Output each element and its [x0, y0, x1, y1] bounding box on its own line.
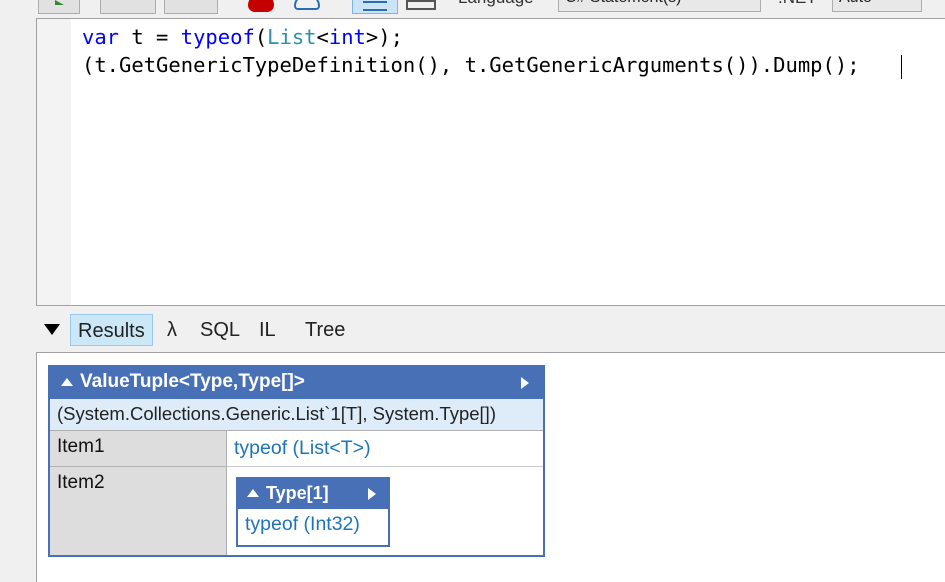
code-token: List — [267, 25, 317, 49]
code-token: int — [328, 25, 366, 49]
play-icon — [55, 0, 64, 5]
code-token: typeof — [180, 25, 255, 49]
code-token: >); — [365, 25, 403, 49]
nested-dump-table: Type[1] typeof (Int32) — [236, 477, 390, 547]
code-token: (t.GetGenericTypeDefinition(), t.GetGene… — [82, 53, 860, 77]
tab-results[interactable]: Results — [70, 314, 153, 346]
dump-type-name: ValueTuple<Type,Type[]> — [80, 371, 305, 392]
item2-value-link[interactable]: typeof (Int32) — [245, 513, 360, 536]
code-line-2[interactable]: (t.GetGenericTypeDefinition(), t.GetGene… — [82, 53, 860, 77]
code-token: var — [82, 25, 120, 49]
code-token: ( — [254, 25, 268, 49]
dump-subtitle: (System.Collections.Generic.List`1[T], S… — [50, 399, 543, 431]
profiler-icon[interactable] — [294, 0, 320, 10]
results-panel: ValueTuple<Type,Type[]> (System.Collecti… — [36, 352, 945, 582]
tab-il[interactable]: IL — [252, 314, 283, 346]
tab-lambda[interactable]: λ — [160, 314, 184, 346]
editor-gutter — [37, 19, 71, 305]
dump-table: ValueTuple<Type,Type[]> (System.Collecti… — [48, 365, 545, 557]
language-label: Language — [458, 0, 534, 8]
language-select[interactable]: C# Statement(s) — [558, 0, 761, 12]
run-button[interactable] — [38, 0, 80, 14]
row-label-item2: Item2 — [50, 467, 227, 555]
bug-icon[interactable] — [248, 0, 274, 12]
code-token: < — [316, 25, 329, 49]
stop-button[interactable] — [164, 0, 218, 14]
code-token: t = — [119, 25, 181, 49]
dotnet-label: .NET — [778, 0, 817, 8]
toolbar: Language C# Statement(s) .NET Auto — [0, 0, 945, 18]
code-editor[interactable]: var t = typeof(List<int>); (t.GetGeneric… — [36, 18, 945, 306]
item1-value-link[interactable]: typeof (List<T>) — [227, 431, 543, 467]
results-grid-button[interactable] — [352, 0, 398, 14]
code-line-1[interactable]: var t = typeof(List<int>); — [82, 25, 403, 49]
nested-type-name: Type[1] — [266, 483, 329, 503]
nested-collapse-up-icon[interactable] — [247, 489, 259, 497]
collapse-up-icon[interactable] — [61, 378, 73, 386]
grid-icon — [363, 1, 387, 11]
tab-sql[interactable]: SQL — [193, 314, 247, 346]
text-caret — [901, 55, 902, 79]
table-icon — [406, 0, 436, 10]
expand-right-icon[interactable] — [521, 377, 529, 389]
dotnet-select[interactable]: Auto — [832, 0, 922, 12]
tab-tree[interactable]: Tree — [298, 314, 352, 346]
nested-expand-right-icon[interactable] — [368, 488, 376, 500]
pause-button[interactable] — [100, 0, 156, 14]
row-label-item1: Item1 — [50, 431, 227, 467]
collapse-results-icon[interactable] — [44, 324, 60, 335]
dump-header[interactable]: ValueTuple<Type,Type[]> — [50, 367, 543, 399]
results-text-button[interactable] — [404, 0, 438, 14]
nested-dump-header[interactable]: Type[1] — [238, 479, 388, 509]
